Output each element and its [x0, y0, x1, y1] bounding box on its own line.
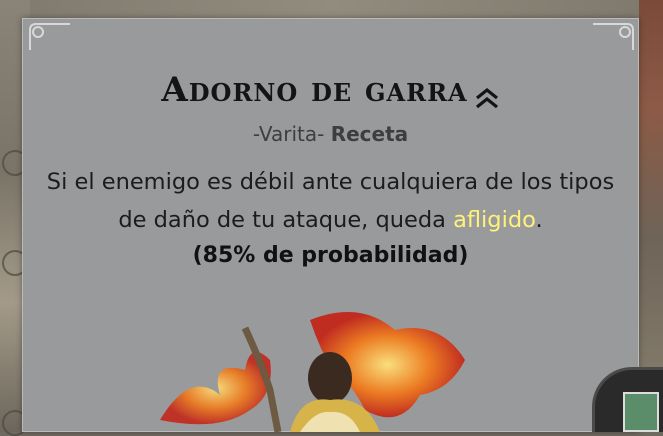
item-kind: Receta: [330, 122, 409, 146]
item-title-text: Adorno de garra: [161, 70, 468, 110]
item-description: Si el enemigo es débil ante cualquiera d…: [42, 163, 619, 239]
corner-ornament-icon: [28, 22, 72, 52]
item-subtitle: -Varita- Receta: [22, 122, 639, 146]
item-type: -Varita-: [252, 122, 325, 146]
keyword-afflicted[interactable]: afligido: [453, 207, 535, 233]
character-fire-artwork: [150, 300, 480, 433]
item-title: Adorno de garra: [22, 70, 639, 110]
description-end: .: [535, 207, 543, 233]
board-background-top: [0, 0, 663, 18]
corner-menu-icon: [623, 392, 659, 432]
double-chevron-up-icon: [474, 78, 500, 109]
corner-ornament-icon: [591, 22, 635, 52]
proc-chance: (85% de probabilidad): [192, 243, 469, 268]
